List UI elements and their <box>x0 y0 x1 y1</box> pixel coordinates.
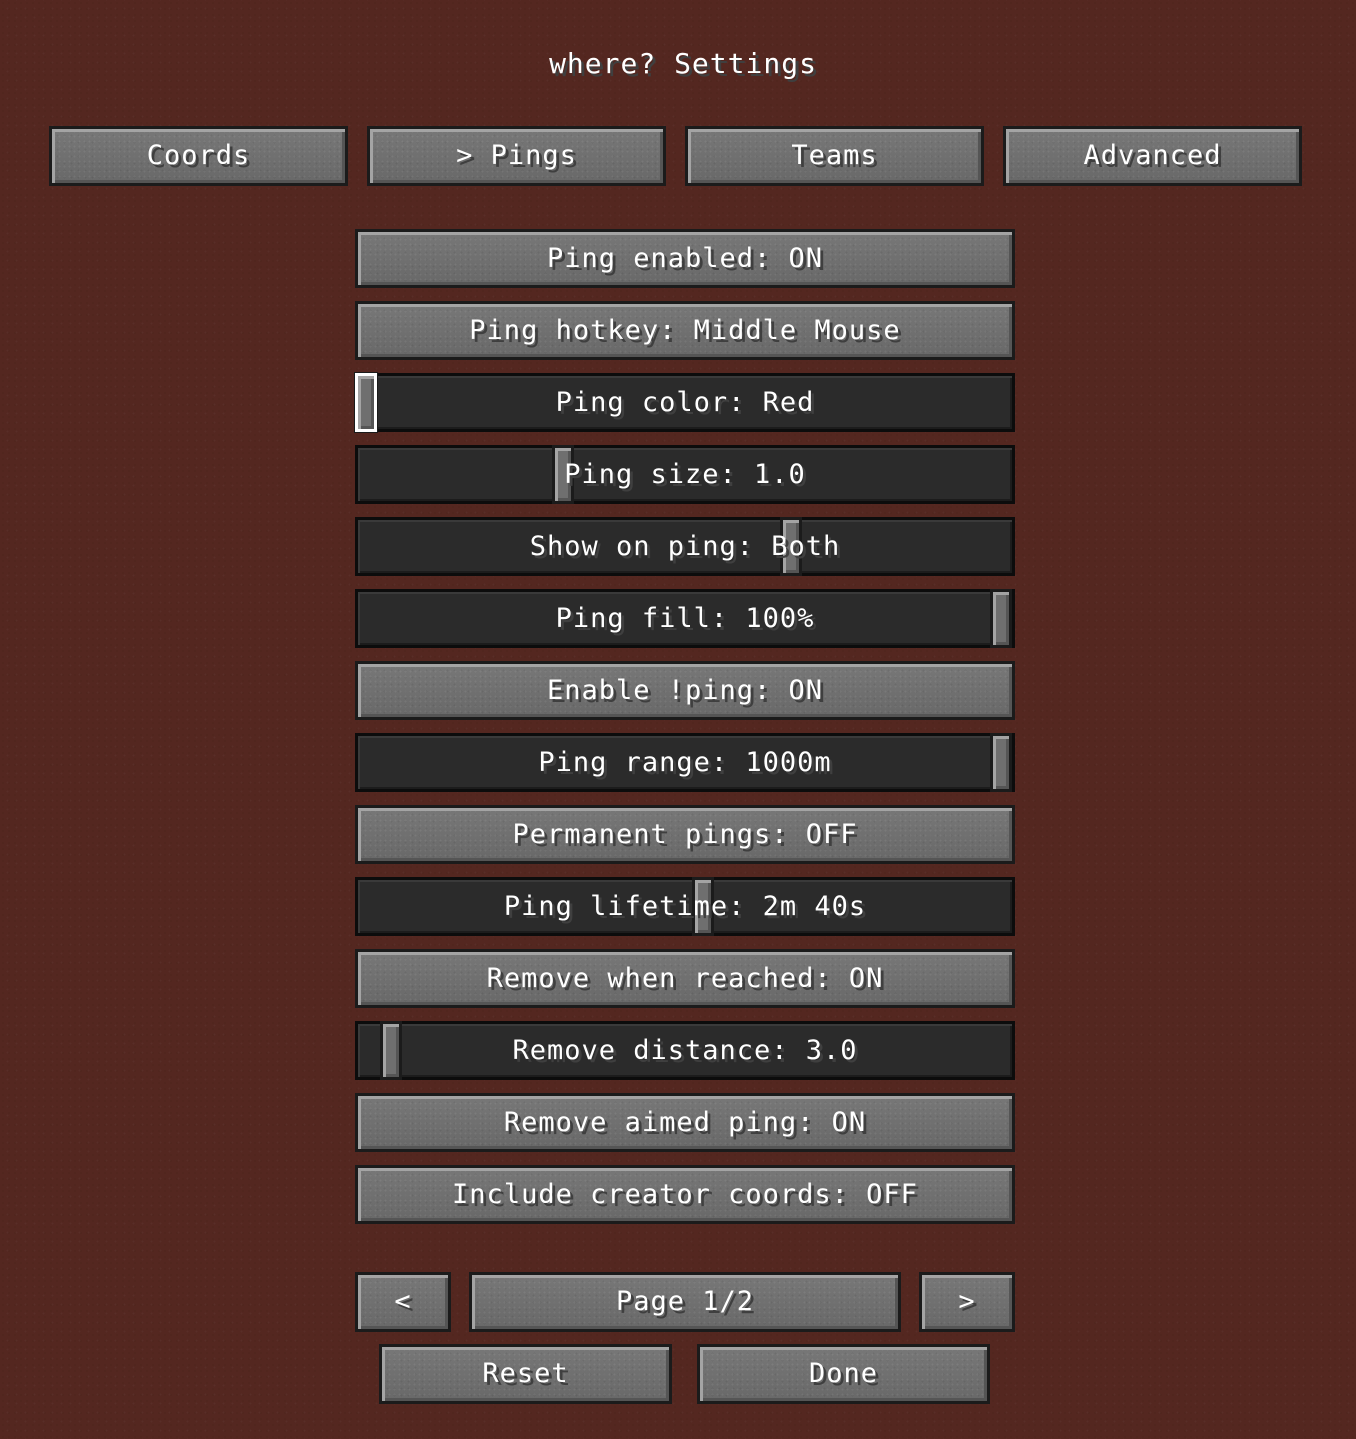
show-on-ping-label: Show on ping: Both <box>529 531 841 562</box>
ping-enabled-label: Ping enabled: ON <box>546 243 824 274</box>
enable-bang-ping-toggle[interactable]: Enable !ping: ON <box>355 661 1015 720</box>
permanent-pings-toggle[interactable]: Permanent pings: OFF <box>355 805 1015 864</box>
ping-lifetime-label: Ping lifetime: 2m 40s <box>503 891 867 922</box>
previous-page-button[interactable]: < <box>355 1272 451 1332</box>
ping-hotkey-label: Ping hotkey: Middle Mouse <box>469 315 901 346</box>
remove-aimed-ping-label: Remove aimed ping: ON <box>503 1107 867 1138</box>
tab-pings-label: > Pings <box>456 140 577 171</box>
ping-hotkey-button[interactable]: Ping hotkey: Middle Mouse <box>355 301 1015 360</box>
tab-pings[interactable]: > Pings <box>367 126 666 186</box>
ping-enabled-toggle[interactable]: Ping enabled: ON <box>355 229 1015 288</box>
tab-teams[interactable]: Teams <box>685 126 984 186</box>
page-indicator-label: Page 1/2 <box>615 1286 755 1317</box>
tab-coords-label: Coords <box>146 140 251 171</box>
ping-lifetime-slider[interactable]: Ping lifetime: 2m 40s <box>355 877 1015 936</box>
ping-size-label: Ping size: 1.0 <box>564 459 806 490</box>
tab-advanced-label: Advanced <box>1083 140 1222 171</box>
remove-when-reached-label: Remove when reached: ON <box>486 963 884 994</box>
show-on-ping-slider[interactable]: Show on ping: Both <box>355 517 1015 576</box>
permanent-pings-label: Permanent pings: OFF <box>512 819 858 850</box>
ping-range-slider[interactable]: Ping range: 1000m <box>355 733 1015 792</box>
include-creator-coords-label: Include creator coords: OFF <box>452 1179 918 1210</box>
screen-title: where? Settings <box>549 47 817 80</box>
chevron-left-icon: < <box>394 1286 412 1317</box>
tab-teams-label: Teams <box>791 140 878 171</box>
reset-button-label: Reset <box>482 1358 569 1389</box>
remove-distance-label: Remove distance: 3.0 <box>512 1035 858 1066</box>
reset-button[interactable]: Reset <box>379 1344 672 1404</box>
ping-size-slider[interactable]: Ping size: 1.0 <box>355 445 1015 504</box>
next-page-button[interactable]: > <box>919 1272 1015 1332</box>
ping-fill-label: Ping fill: 100% <box>555 603 815 634</box>
chevron-right-icon: > <box>958 1286 976 1317</box>
ping-range-label: Ping range: 1000m <box>538 747 832 778</box>
enable-bang-ping-label: Enable !ping: ON <box>546 675 824 706</box>
done-button-label: Done <box>808 1358 879 1389</box>
page-indicator-button[interactable]: Page 1/2 <box>469 1272 901 1332</box>
tab-coords[interactable]: Coords <box>49 126 348 186</box>
remove-when-reached-toggle[interactable]: Remove when reached: ON <box>355 949 1015 1008</box>
ping-color-slider[interactable]: Ping color: Red <box>355 373 1015 432</box>
remove-aimed-ping-toggle[interactable]: Remove aimed ping: ON <box>355 1093 1015 1152</box>
ping-color-label: Ping color: Red <box>555 387 815 418</box>
done-button[interactable]: Done <box>697 1344 990 1404</box>
tab-advanced[interactable]: Advanced <box>1003 126 1302 186</box>
ping-fill-slider[interactable]: Ping fill: 100% <box>355 589 1015 648</box>
remove-distance-slider[interactable]: Remove distance: 3.0 <box>355 1021 1015 1080</box>
include-creator-coords-toggle[interactable]: Include creator coords: OFF <box>355 1165 1015 1224</box>
